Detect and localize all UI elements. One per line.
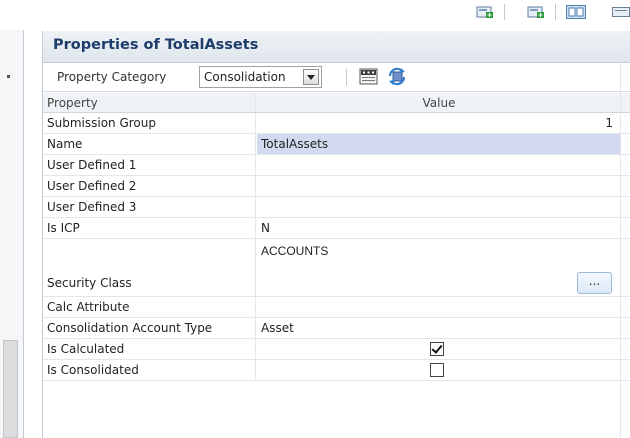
table-row[interactable]: Consolidation Account Type Asset — [43, 318, 630, 339]
property-value-cell — [257, 339, 621, 359]
view-icon[interactable] — [612, 4, 630, 20]
security-class-value: ACCOUNTS — [261, 244, 329, 258]
property-name: Name — [43, 134, 256, 154]
property-grid: Property Value Submission Group 1 Name T… — [43, 93, 630, 381]
refresh-icon[interactable] — [387, 67, 407, 86]
table-row[interactable]: Is Calculated — [43, 339, 630, 360]
property-name: Is Consolidated — [43, 360, 256, 380]
category-value: Consolidation — [204, 70, 286, 84]
property-name: Calc Attribute — [43, 297, 256, 317]
property-value[interactable]: TotalAssets — [257, 134, 621, 154]
property-value[interactable] — [257, 155, 621, 175]
column-header-value[interactable]: Value — [257, 93, 621, 112]
property-name: Submission Group — [43, 113, 256, 133]
table-row[interactable]: Is Consolidated — [43, 360, 630, 381]
property-name: Security Class — [43, 239, 256, 296]
table-row[interactable]: User Defined 3 — [43, 197, 630, 218]
collapse-marker-icon[interactable] — [7, 75, 10, 78]
property-name: Consolidation Account Type — [43, 318, 256, 338]
table-row[interactable]: Security Class ACCOUNTS ... — [43, 239, 630, 297]
chevron-down-icon[interactable] — [303, 69, 319, 85]
table-row[interactable]: User Defined 1 — [43, 155, 630, 176]
browse-button[interactable]: ... — [577, 272, 612, 294]
panel-right-divider — [620, 63, 621, 438]
grid-view-icon[interactable] — [566, 4, 586, 20]
table-row[interactable]: User Defined 2 — [43, 176, 630, 197]
left-panel-strip — [0, 30, 24, 438]
category-label: Property Category — [57, 70, 167, 84]
scrollbar[interactable] — [3, 340, 18, 438]
table-row[interactable]: Is ICP N — [43, 218, 630, 239]
table-row[interactable]: Submission Group 1 — [43, 113, 630, 134]
category-separator — [346, 69, 347, 86]
property-name: User Defined 3 — [43, 197, 256, 217]
add-green-icon-2[interactable] — [527, 4, 547, 20]
category-bar: Property Category Consolidation — [43, 63, 630, 92]
column-header-property[interactable]: Property — [43, 93, 256, 112]
property-value-cell — [257, 360, 621, 380]
property-value[interactable] — [257, 197, 621, 217]
table-row[interactable]: Calc Attribute — [43, 297, 630, 318]
category-select[interactable]: Consolidation — [199, 66, 322, 88]
property-value[interactable]: N — [257, 218, 621, 238]
top-toolbar — [0, 0, 630, 30]
grid-header-row: Property Value — [43, 93, 630, 113]
toolbar-separator — [555, 4, 556, 20]
add-green-icon[interactable] — [476, 4, 496, 20]
property-value[interactable]: Asset — [257, 318, 621, 338]
panel-header: Properties of TotalAssets — [43, 31, 630, 63]
property-value-cell[interactable]: ACCOUNTS ... — [257, 239, 621, 296]
is-consolidated-checkbox[interactable] — [430, 363, 444, 377]
property-name: Is ICP — [43, 218, 256, 238]
property-value[interactable] — [257, 176, 621, 196]
toolbar-separator — [504, 4, 505, 20]
property-name: Is Calculated — [43, 339, 256, 359]
table-row[interactable]: Name TotalAssets — [43, 134, 630, 155]
properties-panel: Properties of TotalAssets Property Categ… — [42, 31, 630, 438]
panel-title: Properties of TotalAssets — [53, 37, 259, 53]
xyz-icon[interactable] — [359, 68, 378, 85]
property-name: User Defined 1 — [43, 155, 256, 175]
property-name: User Defined 2 — [43, 176, 256, 196]
property-value[interactable]: 1 — [257, 113, 621, 133]
is-calculated-checkbox[interactable] — [430, 342, 444, 356]
property-value[interactable] — [257, 297, 621, 317]
